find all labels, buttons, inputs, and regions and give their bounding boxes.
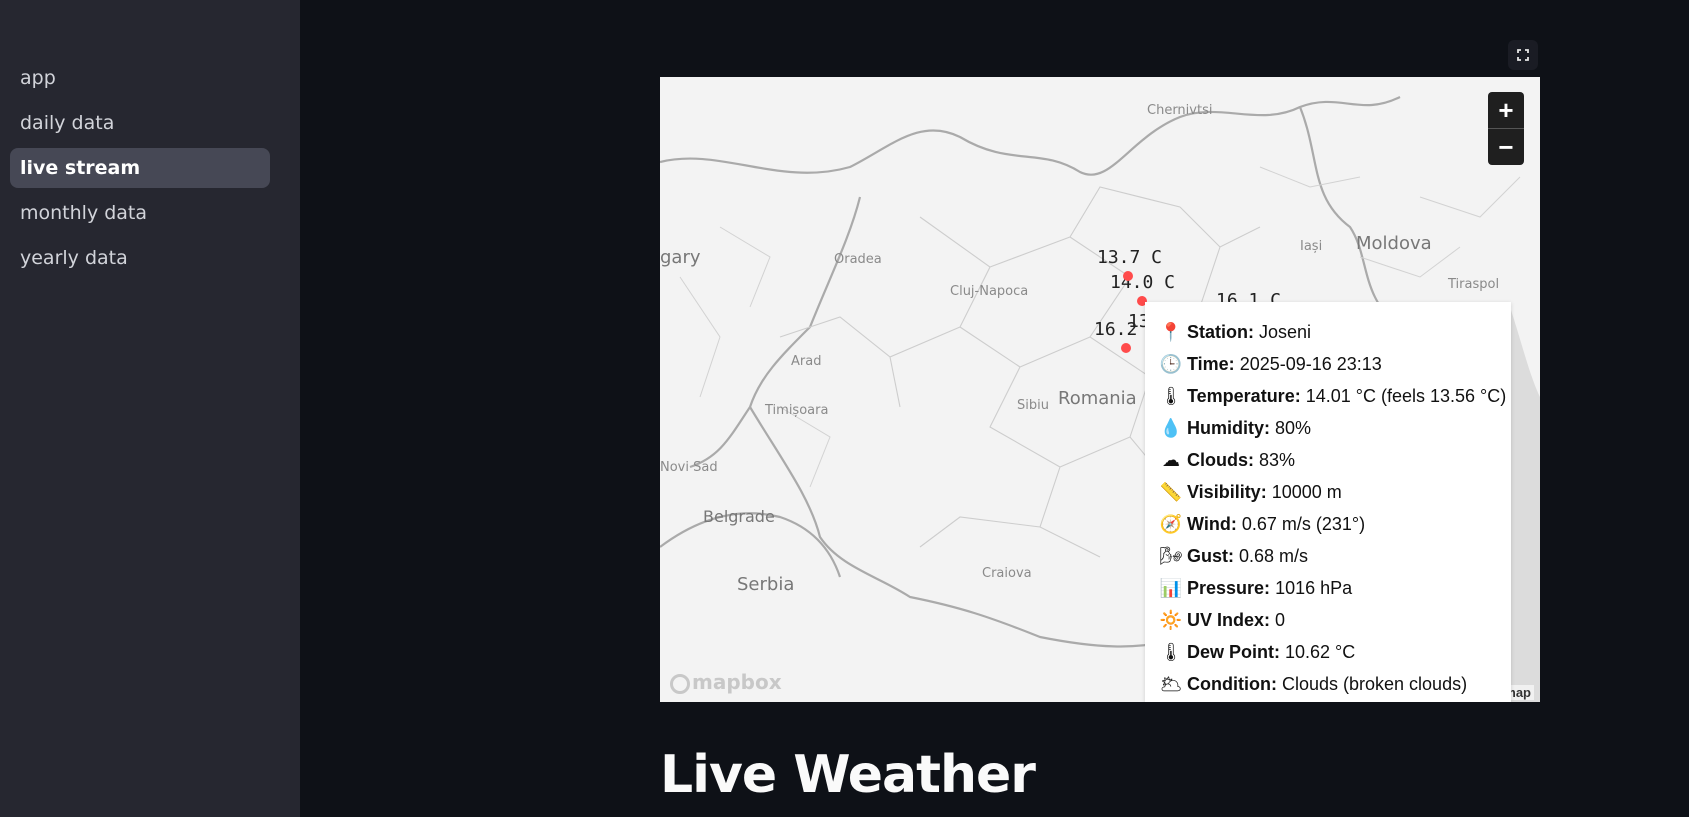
tooltip-row-station: 📍 Station: Joseni (1145, 316, 1511, 348)
place-romania: Romania (1058, 388, 1137, 409)
sidebar-item-app[interactable]: app (10, 58, 270, 98)
tooltip-row-temperature: 🌡 Temperature: 14.01 °C (feels 13.56 °C) (1145, 380, 1511, 412)
tooltip-row-pressure: 📊 Pressure: 1016 hPa (1145, 572, 1511, 604)
temperature-label: 13.7 C (1097, 247, 1163, 268)
place-chernivtsi: Chernivtsi (1147, 103, 1213, 118)
thermometer-icon: 🌡 (1159, 386, 1183, 406)
gust-icon: 🌬 (1159, 546, 1183, 566)
sidebar-item-live-stream[interactable]: live stream (10, 148, 270, 188)
place-novi-sad: Novi Sad (660, 460, 718, 475)
station-marker[interactable] (1123, 271, 1133, 281)
pin-icon: 📍 (1159, 322, 1183, 342)
place-arad: Arad (791, 354, 822, 369)
mapbox-logo[interactable]: mapbox (670, 670, 782, 694)
mapbox-logo-icon (670, 673, 690, 694)
tooltip-row-condition: 🌥 Condition: Clouds (broken clouds) (1145, 668, 1511, 700)
cloud-sun-icon: 🌥 (1159, 674, 1183, 694)
tooltip-row-uv-index: 🔆 UV Index: 0 (1145, 604, 1511, 636)
tooltip-row-visibility: 📏 Visibility: 10000 m (1145, 476, 1511, 508)
place-cluj-napoca: Cluj-Napoca (950, 284, 1029, 299)
tooltip-row-humidity: 💧 Humidity: 80% (1145, 412, 1511, 444)
tooltip-row-clouds: ☁ Clouds: 83% (1145, 444, 1511, 476)
sidebar-item-yearly-data[interactable]: yearly data (10, 238, 270, 278)
temperature-label: 14.0 C (1110, 272, 1176, 293)
droplet-icon: 💧 (1159, 418, 1183, 438)
sidebar-item-monthly-data[interactable]: monthly data (10, 193, 270, 233)
fullscreen-icon (1517, 49, 1529, 61)
ruler-icon: 📏 (1159, 482, 1183, 502)
thermometer-icon: 🌡 (1159, 642, 1183, 662)
zoom-control: + − (1488, 92, 1524, 165)
sidebar-item-daily-data[interactable]: daily data (10, 103, 270, 143)
place-sibiu: Sibiu (1017, 398, 1049, 413)
clock-icon: 🕒 (1159, 354, 1183, 374)
zoom-out-button[interactable]: − (1488, 128, 1524, 165)
place-moldova: Moldova (1356, 233, 1432, 254)
tooltip-row-dew-point: 🌡 Dew Point: 10.62 °C (1145, 636, 1511, 668)
station-marker[interactable] (1121, 343, 1131, 353)
tooltip-row-time: 🕒 Time: 2025-09-16 23:13 (1145, 348, 1511, 380)
place-belgrade: Belgrade (703, 507, 775, 526)
zoom-in-button[interactable]: + (1488, 92, 1524, 128)
place-serbia: Serbia (737, 574, 795, 595)
page-title: Live Weather (660, 745, 1036, 805)
sidebar-nav: app daily data live stream monthly data … (10, 58, 270, 283)
place-oradea: Oradea (834, 252, 882, 267)
fullscreen-button[interactable] (1508, 40, 1538, 70)
sun-icon: 🔆 (1159, 610, 1183, 630)
place-tiraspol: Tiraspol (1448, 277, 1500, 292)
tooltip-row-wind: 🧭 Wind: 0.67 m/s (231°) (1145, 508, 1511, 540)
tooltip-row-gust: 🌬 Gust: 0.68 m/s (1145, 540, 1511, 572)
place-timisoara: Timișoara (765, 403, 829, 418)
place-hungary: gary (660, 247, 701, 268)
cloud-icon: ☁ (1162, 450, 1180, 470)
sidebar: app daily data live stream monthly data … (0, 0, 300, 817)
compass-icon: 🧭 (1159, 514, 1183, 534)
place-craiova: Craiova (982, 566, 1032, 581)
place-iasi: Iași (1300, 239, 1323, 254)
map[interactable]: Chernivtsi Moldova Iași Tiraspol gary Or… (660, 77, 1540, 702)
station-tooltip: 📍 Station: Joseni 🕒 Time: 2025-09-16 23:13… (1145, 302, 1511, 702)
chart-icon: 📊 (1159, 578, 1183, 598)
